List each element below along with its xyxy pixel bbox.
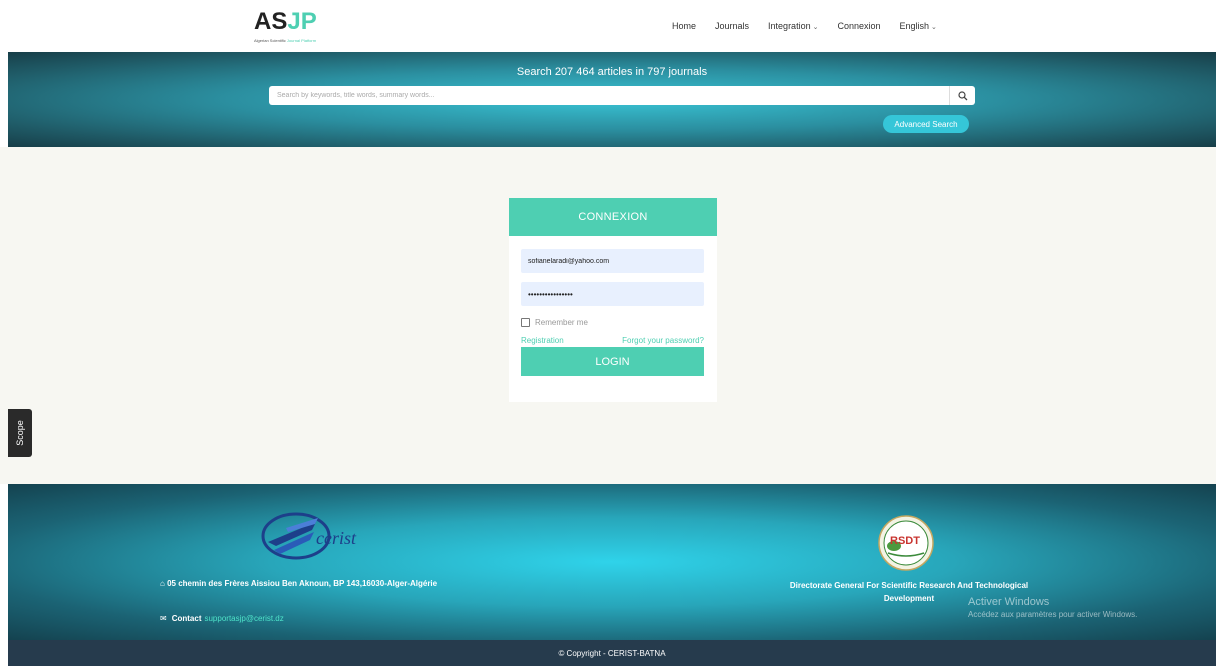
scope-tab-label: Scope [15,420,25,446]
copyright-bar: © Copyright - CERIST-BATNA [8,640,1216,666]
login-button[interactable]: LOGIN [521,347,704,376]
registration-link[interactable]: Registration [521,336,564,345]
password-field[interactable] [521,282,704,306]
contact-email-link[interactable]: supportasjp@cerist.dz [204,614,283,623]
svg-text:RSDT: RSDT [890,535,920,547]
nav-integration-label: Integration [768,21,811,31]
advanced-search-button[interactable]: Advanced Search [883,115,969,133]
remember-me-label: Remember me [535,318,588,327]
scope-tab[interactable]: Scope [8,409,32,457]
chevron-down-icon: ⌄ [812,24,819,31]
site-footer: cerist ⌂ 05 chemin des Frères Aissiou Be… [8,484,1216,640]
watermark-subtitle: Accédez aux paramètres pour activer Wind… [968,610,1138,619]
svg-text:cerist: cerist [316,528,357,548]
tagline-prefix: Algerian Scientific [254,38,286,43]
footer-contact: ✉ Contact supportasjp@cerist.dz [160,614,284,623]
nav-connexion[interactable]: Connexion [837,21,880,31]
login-title: CONNEXION [509,198,717,236]
address-text: 05 chemin des Frères Aissiou Ben Aknoun,… [167,579,438,588]
search-title: Search 207 464 articles in 797 journals [516,66,708,78]
site-header: ASJP Algerian Scientific Journal Platfor… [0,0,1216,52]
nav-language[interactable]: English ⌄ [899,21,936,31]
nav-language-label: English [899,21,930,31]
logo-as: AS [254,8,288,35]
watermark-title: Activer Windows [968,596,1050,608]
nav-integration[interactable]: Integration ⌄ [768,21,818,31]
footer-address: ⌂ 05 chemin des Frères Aissiou Ben Aknou… [160,578,480,590]
logo-tagline: Algerian Scientific Journal Platform [254,38,316,43]
cerist-logo-graphic: cerist [261,512,357,560]
dgrsdt-logo-graphic: RSDT [878,515,934,571]
windows-activation-watermark: Activer Windows Accédez aux paramètres p… [968,596,1137,619]
search-icon [957,90,967,100]
remember-me-checkbox[interactable] [521,318,530,327]
login-card: CONNEXION Remember me Registration Forgo… [509,198,717,402]
home-icon: ⌂ [160,579,165,588]
cerist-logo[interactable]: cerist [258,510,388,562]
nav-journals[interactable]: Journals [715,21,749,31]
envelope-icon: ✉ [160,614,167,623]
nav-home[interactable]: Home [672,21,696,31]
forgot-password-link[interactable]: Forgot your password? [622,336,704,345]
asjp-logo[interactable]: ASJP Algerian Scientific Journal Platfor… [254,8,344,48]
search-banner: Search 207 464 articles in 797 journals … [8,52,1216,147]
chevron-down-icon: ⌄ [931,24,937,31]
search-input[interactable] [269,86,949,105]
search-button[interactable] [949,86,975,105]
dgrsdt-logo[interactable]: RSDT [876,513,936,573]
logo-jp: JP [287,8,317,35]
main-content: CONNEXION Remember me Registration Forgo… [0,147,1216,484]
contact-label: Contact [171,614,202,623]
main-nav: Home Journals Integration ⌄ Connexion Eng… [672,0,956,52]
logo-wordmark: ASJP [254,8,317,36]
search-box [269,86,975,105]
tagline-highlight: Journal Platform [286,38,317,43]
email-field[interactable] [521,249,704,273]
remember-me[interactable]: Remember me [521,318,588,327]
